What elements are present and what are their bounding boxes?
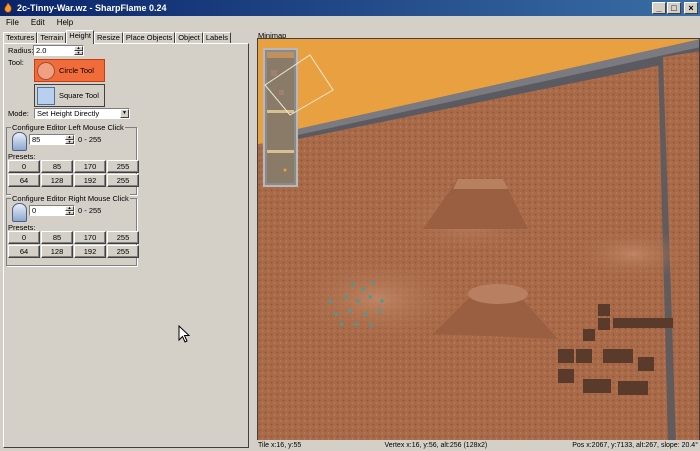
square-icon [37,86,55,105]
tool-panel: Textures Terrain Height Resize Place Obj… [0,30,252,451]
height-tab-page: Radius: 2.0 ▲ ▼ Tool: Circle Tool Square … [3,43,249,448]
left-click-title: Configure Editor Left Mouse Click [11,123,125,132]
square-tool-label: Square Tool [59,91,99,100]
preset-button[interactable]: 192 [74,245,106,258]
maximize-icon: □ [671,2,677,13]
circle-tool-button[interactable]: Circle Tool [34,59,105,82]
window-title: 2c-Tinny-War.wz - SharpFlame 0.24 [17,3,167,13]
right-click-group: Configure Editor Right Mouse Click 0 ▲ ▼ … [6,194,139,266]
left-height-knob-icon[interactable] [12,132,27,151]
preset-button[interactable]: 128 [41,174,73,187]
spin-down-icon[interactable]: ▼ [65,139,74,144]
menu-edit[interactable]: Edit [25,18,51,27]
preset-button[interactable]: 255 [107,174,139,187]
status-vertex: Vertex x:16, y:56, alt:256 (128x2) [384,442,488,449]
tool-label: Tool: [8,58,24,67]
app-icon [4,2,12,13]
right-range-label: 0 - 255 [78,206,102,215]
menu-file[interactable]: File [0,18,25,27]
preset-button[interactable]: 128 [41,245,73,258]
title-bar: 2c-Tinny-War.wz - SharpFlame 0.24 _ □ × [0,0,700,16]
left-range-label: 0 - 255 [78,135,102,144]
mode-label: Mode: [8,109,29,118]
hill [288,254,468,344]
radius-spinner[interactable]: 2.0 ▲ ▼ [33,45,84,56]
preset-button[interactable]: 64 [8,174,40,187]
minimap[interactable] [263,48,334,187]
preset-button[interactable]: 85 [41,231,73,244]
preset-button[interactable]: 255 [107,245,139,258]
square-tool-button[interactable]: Square Tool [34,84,105,107]
left-presets-grid: 0 85 170 255 64 128 192 255 [8,160,139,187]
right-click-title: Configure Editor Right Mouse Click [11,194,130,203]
preset-button[interactable]: 0 [8,160,40,173]
circle-icon [37,61,55,80]
mode-value: Set Height Directly [37,109,100,118]
minimize-icon: _ [656,2,662,13]
maximize-button[interactable]: □ [667,2,681,14]
terrain-viewport[interactable] [257,38,700,441]
menu-help[interactable]: Help [51,18,79,27]
mouse-cursor-icon [178,325,190,343]
mode-dropdown[interactable]: Set Height Directly ▼ [34,108,130,119]
preset-button[interactable]: 255 [107,160,139,173]
left-height-spinner[interactable]: 85 ▲ ▼ [29,134,75,145]
preset-button[interactable]: 170 [74,231,106,244]
status-tile: Tile x:16, y:55 [258,442,302,449]
map-view-panel: Minimap Tile x:16, y:55 Vertex x:16, y:5… [252,30,700,451]
right-height-value: 0 [32,206,37,215]
chevron-down-icon[interactable]: ▼ [120,109,129,118]
right-height-spinner[interactable]: 0 ▲ ▼ [29,205,75,216]
preset-button[interactable]: 255 [107,231,139,244]
minimize-button[interactable]: _ [652,2,666,14]
close-button[interactable]: × [684,2,698,14]
left-height-value: 85 [32,135,41,144]
radius-label: Radius: [8,46,34,55]
right-height-knob-icon[interactable] [12,203,27,222]
preset-button[interactable]: 0 [8,231,40,244]
menu-bar: File Edit Help [0,16,700,29]
minimap-view-frame[interactable] [264,50,335,116]
close-icon: × [688,2,694,13]
preset-button[interactable]: 85 [41,160,73,173]
status-bar: Tile x:16, y:55 Vertex x:16, y:56, alt:2… [257,440,700,451]
right-presets-grid: 0 85 170 255 64 128 192 255 [8,231,139,258]
spin-down-icon[interactable]: ▼ [74,50,83,55]
circle-tool-label: Circle Tool [59,66,94,75]
hill [573,229,693,279]
radius-value: 2.0 [36,46,47,55]
status-position: Pos x:2067, y:7133, alt:267, slope: 20.4… [572,442,698,449]
left-click-group: Configure Editor Left Mouse Click 85 ▲ ▼ … [6,123,139,195]
spin-down-icon[interactable]: ▼ [65,210,74,215]
preset-button[interactable]: 192 [74,174,106,187]
tab-height[interactable]: Height [66,30,94,44]
preset-button[interactable]: 64 [8,245,40,258]
preset-button[interactable]: 170 [74,160,106,173]
